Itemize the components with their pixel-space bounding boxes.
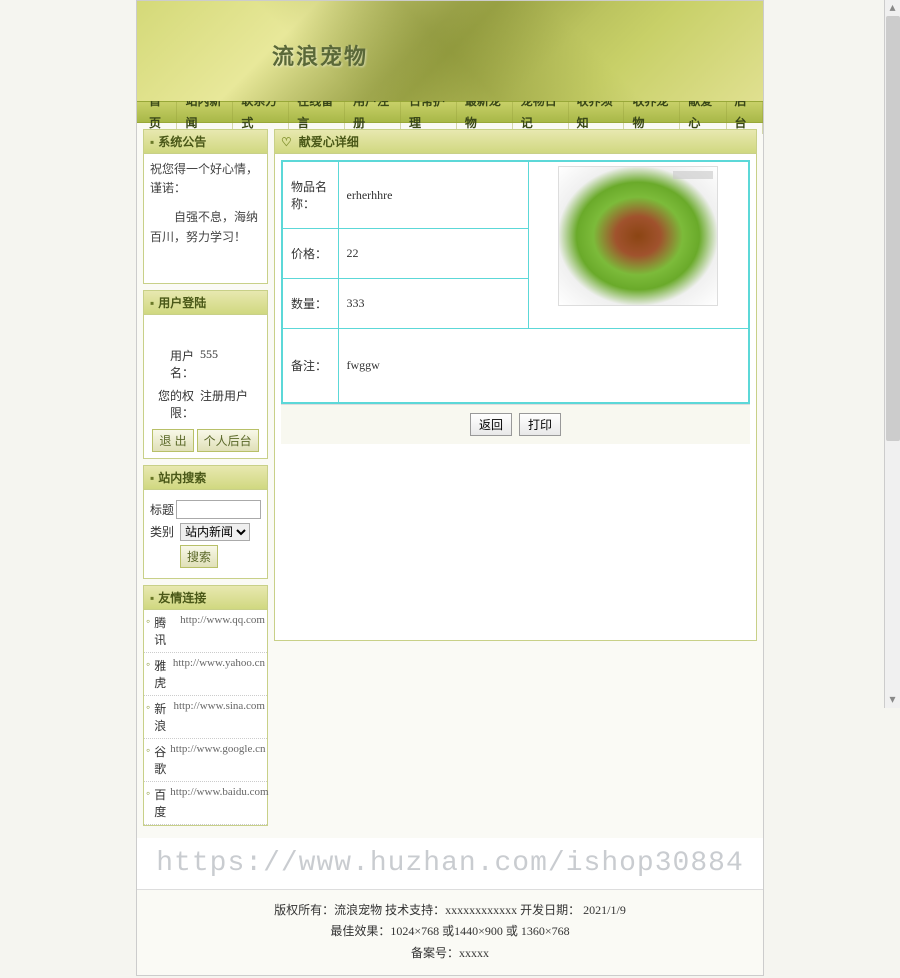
announce-line1: 祝您得一个好心情，谨诺： xyxy=(150,160,261,198)
perm-label: 您的权限： xyxy=(150,387,200,421)
remark-value: fwggw xyxy=(338,329,749,404)
print-button[interactable]: 打印 xyxy=(519,413,561,436)
table-row: 物品名称： erherhhre xyxy=(282,161,749,229)
site-title: 流浪宠物 xyxy=(272,39,368,71)
search-button[interactable]: 搜索 xyxy=(180,545,218,568)
category-label: 类别 xyxy=(150,523,180,540)
footer-resolution: 最佳效果：1024×768 或1440×900 或 1360×768 xyxy=(147,921,753,943)
links-title: 友情连接 xyxy=(144,586,267,610)
qty-value: 333 xyxy=(338,279,528,329)
list-item[interactable]: 百度http://www.baidu.com xyxy=(144,782,267,825)
keyword-label: 标题 xyxy=(150,501,176,518)
profile-button[interactable]: 个人后台 xyxy=(197,429,259,452)
logout-button[interactable]: 退 出 xyxy=(152,429,193,452)
footer-icp: 备案号：xxxxx xyxy=(147,943,753,965)
item-image-cell xyxy=(528,161,749,329)
perm-value: 注册用户 xyxy=(200,387,248,421)
list-item[interactable]: 谷歌http://www.google.cn xyxy=(144,739,267,782)
announce-panel: 系统公告 祝您得一个好心情，谨诺： 自强不息，海纳百川，努力学习！ xyxy=(143,129,268,284)
user-value: 555 xyxy=(200,347,218,381)
main-nav: 首页 站内新闻 联系方式 在线留言 用户注册 日常护理 最新宠物 宠物日记 收养… xyxy=(137,101,763,123)
list-item[interactable]: 腾讯http://www.qq.com xyxy=(144,610,267,653)
list-item[interactable]: 雅虎http://www.yahoo.cn xyxy=(144,653,267,696)
detail-title: 献爱心详细 xyxy=(275,130,756,154)
back-button[interactable]: 返回 xyxy=(470,413,512,436)
user-label: 用户名： xyxy=(150,347,200,381)
scroll-thumb[interactable] xyxy=(886,16,900,441)
login-panel: 用户登陆 用户名： 555 您的权限： 注册用户 退 出 个人后台 xyxy=(143,290,268,459)
category-select[interactable]: 站内新闻 xyxy=(180,523,250,541)
table-row: 备注： fwggw xyxy=(282,329,749,404)
search-panel: 站内搜索 标题 类别 站内新闻 搜索 xyxy=(143,465,268,579)
price-label: 价格： xyxy=(282,229,338,279)
footer-copyright: 版权所有：流浪宠物 技术支持：xxxxxxxxxxxx 开发日期： 2021/1… xyxy=(147,900,753,922)
scroll-down-icon[interactable]: ▾ xyxy=(885,692,900,708)
vertical-scrollbar[interactable]: ▴ ▾ xyxy=(884,0,900,708)
watermark-text: https://www.huzhan.com/ishop30884 xyxy=(137,838,763,889)
item-image xyxy=(558,166,718,306)
login-title: 用户登陆 xyxy=(144,291,267,315)
qty-label: 数量： xyxy=(282,279,338,329)
detail-panel: 献爱心详细 物品名称： erherhhre 价格： 22 xyxy=(274,129,757,641)
search-title: 站内搜索 xyxy=(144,466,267,490)
remark-label: 备注： xyxy=(282,329,338,404)
scroll-up-icon[interactable]: ▴ xyxy=(885,0,900,16)
detail-table: 物品名称： erherhhre 价格： 22 数量： 333 xyxy=(281,160,750,404)
name-label: 物品名称： xyxy=(282,161,338,229)
site-banner: 流浪宠物 xyxy=(137,1,763,101)
announce-title: 系统公告 xyxy=(144,130,267,154)
list-item[interactable]: 新浪http://www.sina.com xyxy=(144,696,267,739)
name-value: erherhhre xyxy=(338,161,528,229)
links-panel: 友情连接 腾讯http://www.qq.com 雅虎http://www.ya… xyxy=(143,585,268,826)
footer: 版权所有：流浪宠物 技术支持：xxxxxxxxxxxx 开发日期： 2021/1… xyxy=(137,889,763,975)
keyword-input[interactable] xyxy=(176,500,261,519)
announce-line2: 自强不息，海纳百川，努力学习！ xyxy=(150,208,261,246)
price-value: 22 xyxy=(338,229,528,279)
